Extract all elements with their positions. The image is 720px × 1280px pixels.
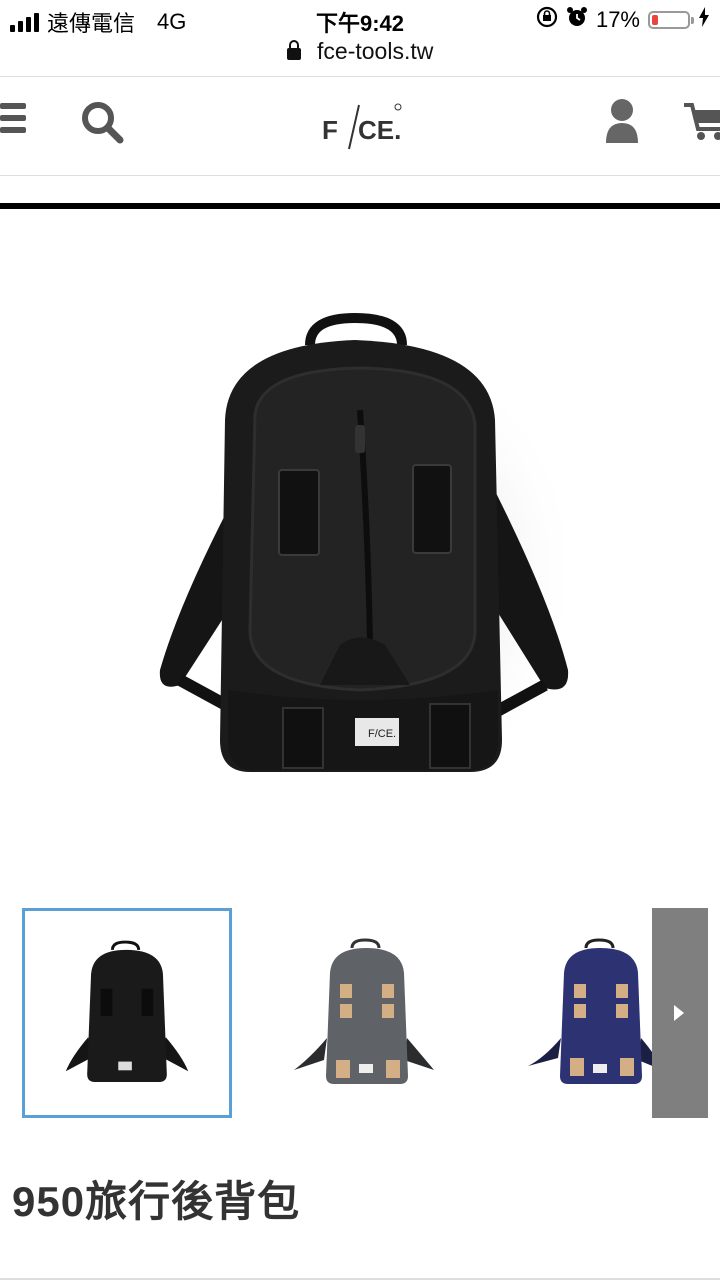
svg-text:F/CE.: F/CE. — [368, 728, 396, 740]
status-bar: 遠傳電信 4G 下午9:42 17% — [0, 0, 720, 38]
brand-logo[interactable]: F CE. — [322, 99, 402, 155]
svg-text:F: F — [322, 115, 338, 145]
product-title: 950旅行後背包 — [12, 1178, 301, 1225]
thumbnail-grey[interactable] — [262, 908, 472, 1118]
header-divider — [0, 203, 720, 209]
svg-text:CE.: CE. — [358, 115, 401, 145]
menu-icon[interactable] — [0, 103, 26, 139]
status-right: 17% — [536, 6, 710, 34]
battery-icon — [648, 11, 694, 29]
thumbnail-black[interactable] — [22, 908, 232, 1118]
thumbnail-carousel — [22, 908, 716, 1118]
charging-icon — [698, 7, 710, 33]
alarm-icon — [566, 6, 588, 34]
account-icon[interactable] — [604, 97, 640, 147]
cart-icon[interactable] — [684, 101, 720, 141]
battery-percent: 17% — [595, 7, 640, 32]
carousel-next-button[interactable] — [652, 908, 708, 1118]
search-icon[interactable] — [80, 100, 124, 144]
url-bar[interactable]: fce-tools.tw — [0, 38, 720, 74]
site-header: F CE. — [0, 76, 720, 176]
lock-icon — [286, 40, 301, 60]
url-text: fce-tools.tw — [317, 38, 434, 64]
main-product-image[interactable]: F/CE. — [140, 300, 600, 800]
rotation-lock-icon — [536, 6, 558, 34]
